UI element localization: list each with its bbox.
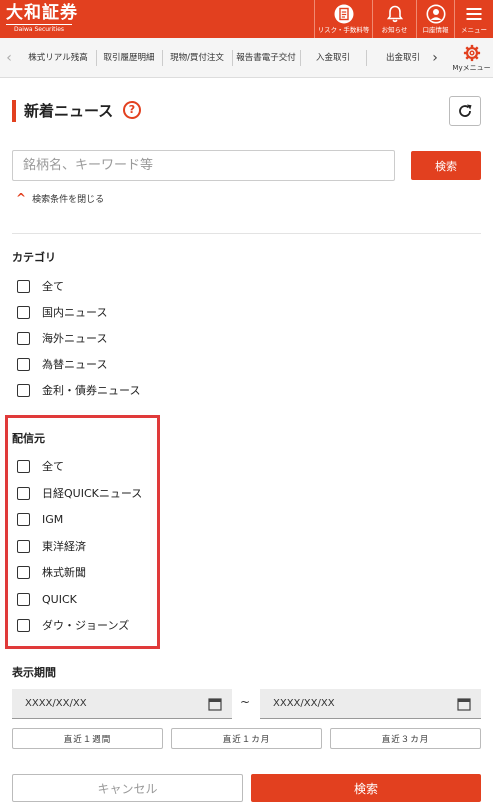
checkbox[interactable] <box>17 565 30 579</box>
my-menu-button[interactable]: Myメニュー <box>450 40 493 78</box>
option-label: 全て <box>42 280 64 293</box>
checkbox[interactable] <box>17 486 30 500</box>
scroll-left-icon[interactable]: ‹ <box>2 50 16 66</box>
calendar-icon[interactable] <box>208 697 222 711</box>
source-option-toyo-keizai[interactable]: 東洋経済 <box>17 538 86 554</box>
date-from-value: XXXX/XX/XX <box>25 698 87 709</box>
menu-label: メニュー <box>461 26 487 34</box>
bell-icon <box>386 5 403 23</box>
daiwa-logo[interactable]: 大和証券 Daiwa Securities <box>6 3 78 33</box>
submit-search-button[interactable]: 検索 <box>251 774 481 802</box>
category-option-domestic[interactable]: 国内ニュース <box>17 304 107 320</box>
checkbox[interactable] <box>17 357 30 371</box>
checkbox[interactable] <box>17 383 30 397</box>
option-label: 海外ニュース <box>42 332 108 345</box>
source-option-quick[interactable]: QUICK <box>17 591 77 607</box>
page-title: 新着ニュース <box>24 102 114 120</box>
toggle-label: 検索条件を閉じる <box>32 194 105 205</box>
checkbox[interactable] <box>17 331 30 345</box>
option-label: ダウ・ジョーンズ <box>42 619 130 632</box>
nav-item-stock-balance[interactable]: 株式リアル残高 <box>22 42 94 74</box>
toggle-search-conditions[interactable]: ^ 検索条件を閉じる <box>16 191 104 205</box>
my-menu-label: Myメニュー <box>452 64 491 72</box>
notifications-button[interactable]: お知らせ <box>372 0 416 38</box>
top-header: 大和証券 Daiwa Securities リスク・手数料等 お知らせ 口座情報 <box>0 0 493 38</box>
account-info-button[interactable]: 口座情報 <box>416 0 454 38</box>
menu-button[interactable]: メニュー <box>454 0 493 38</box>
source-option-kabushiki-shimbun[interactable]: 株式新聞 <box>17 564 86 580</box>
category-option-all[interactable]: 全て <box>17 278 64 294</box>
risk-fees-label: リスク・手数料等 <box>317 26 370 34</box>
chevron-up-icon: ^ <box>16 191 27 205</box>
nav-separator <box>300 50 301 66</box>
account-info-label: 口座情報 <box>422 26 449 34</box>
user-icon <box>426 4 445 24</box>
keyword-search-input[interactable] <box>12 150 395 181</box>
checkbox[interactable] <box>17 512 30 526</box>
source-option-dow-jones[interactable]: ダウ・ジョーンズ <box>17 617 129 633</box>
source-option-nikkei-quick[interactable]: 日経QUICKニュース <box>17 485 142 501</box>
logo-text: 大和証券 <box>6 3 78 23</box>
option-label: 日経QUICKニュース <box>42 487 143 500</box>
refresh-icon <box>459 104 472 117</box>
date-to-value: XXXX/XX/XX <box>273 698 335 709</box>
category-option-forex[interactable]: 為替ニュース <box>17 356 107 372</box>
nav-item-trade-history[interactable]: 取引履歴明細 <box>98 42 160 74</box>
risk-fees-button[interactable]: リスク・手数料等 <box>314 0 372 38</box>
nav-separator <box>366 50 367 66</box>
nav-separator <box>96 50 97 66</box>
range-3-months-button[interactable]: 直近３カ月 <box>330 728 481 749</box>
period-heading: 表示期間 <box>12 666 56 679</box>
refresh-button[interactable] <box>449 96 481 126</box>
checkbox[interactable] <box>17 305 30 319</box>
document-icon <box>334 4 353 24</box>
range-separator: ~ <box>240 695 251 709</box>
help-icon[interactable]: ? <box>123 101 141 119</box>
option-label: 株式新聞 <box>42 566 86 579</box>
nav-separator <box>162 50 163 66</box>
option-label: QUICK <box>42 592 77 606</box>
notifications-label: お知らせ <box>381 26 408 34</box>
checkbox[interactable] <box>17 618 30 632</box>
highlight-annotation <box>5 415 160 649</box>
nav-item-deposit[interactable]: 入金取引 <box>302 42 364 74</box>
calendar-icon[interactable] <box>457 697 471 711</box>
checkbox[interactable] <box>17 592 30 606</box>
nav-item-e-delivery[interactable]: 報告書電子交付 <box>234 42 298 74</box>
option-label: 国内ニュース <box>42 306 108 319</box>
scroll-right-icon[interactable]: › <box>428 50 442 66</box>
checkbox[interactable] <box>17 279 30 293</box>
checkbox[interactable] <box>17 539 30 553</box>
source-option-igm[interactable]: IGM <box>17 511 63 527</box>
nav-separator <box>232 50 233 66</box>
category-option-overseas[interactable]: 海外ニュース <box>17 330 107 346</box>
source-option-all[interactable]: 全て <box>17 458 64 474</box>
option-label: 金利・債券ニュース <box>42 384 141 397</box>
option-label: 為替ニュース <box>42 358 108 371</box>
title-accent-bar <box>12 100 16 122</box>
date-from-field[interactable]: XXXX/XX/XX <box>12 689 232 719</box>
nav-item-withdrawal[interactable]: 出金取引 <box>368 42 426 74</box>
range-1-month-button[interactable]: 直近１カ月 <box>171 728 322 749</box>
range-1-week-button[interactable]: 直近１週間 <box>12 728 163 749</box>
option-label: 全て <box>42 460 64 473</box>
menu-icon <box>466 8 482 20</box>
cancel-button[interactable]: キャンセル <box>12 774 243 802</box>
nav-item-cash-order[interactable]: 現物/買付注文 <box>164 42 230 74</box>
category-heading: カテゴリ <box>12 251 56 264</box>
source-heading: 配信元 <box>12 432 45 445</box>
gear-icon <box>463 44 480 62</box>
search-button[interactable]: 検索 <box>411 151 481 180</box>
option-label: IGM <box>42 512 64 526</box>
divider <box>12 233 481 234</box>
logo-subtext: Daiwa Securities <box>6 24 72 33</box>
category-option-rates-bonds[interactable]: 金利・債券ニュース <box>17 382 140 398</box>
option-label: 東洋経済 <box>42 540 86 553</box>
checkbox[interactable] <box>17 459 30 473</box>
date-to-field[interactable]: XXXX/XX/XX <box>260 689 481 719</box>
quick-nav-bar: ‹ 株式リアル残高 取引履歴明細 現物/買付注文 報告書電子交付 入金取引 出金… <box>0 38 493 78</box>
